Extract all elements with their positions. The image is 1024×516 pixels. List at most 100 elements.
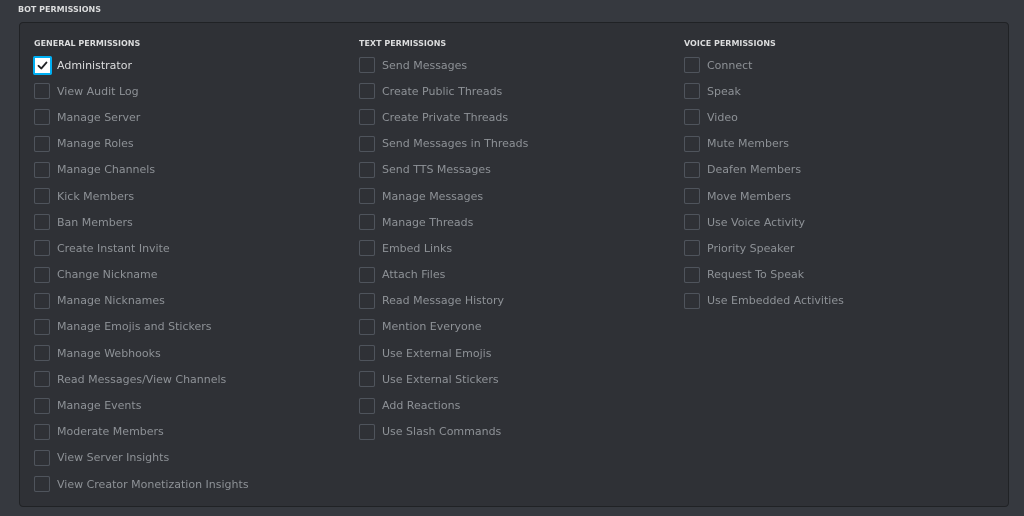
permission-manage-nicknames[interactable]: Manage Nicknames <box>34 288 249 314</box>
checkbox[interactable] <box>359 371 375 388</box>
checkbox[interactable] <box>34 135 50 152</box>
checkbox[interactable] <box>359 292 375 309</box>
permission-manage-roles[interactable]: Manage Roles <box>34 131 249 157</box>
bot-permissions-panel: GENERAL PERMISSIONS Administrator View Au… <box>19 22 1009 507</box>
permission-manage-server[interactable]: Manage Server <box>34 104 249 130</box>
checkbox[interactable] <box>359 109 375 126</box>
permission-use-external-stickers[interactable]: Use External Stickers <box>359 366 528 392</box>
permission-manage-webhooks[interactable]: Manage Webhooks <box>34 340 249 366</box>
checkbox[interactable] <box>34 214 50 231</box>
permission-label: Attach Files <box>382 268 446 282</box>
permission-mention-everyone[interactable]: Mention Everyone <box>359 314 528 340</box>
permission-priority-speaker[interactable]: Priority Speaker <box>684 235 844 261</box>
checkbox[interactable] <box>34 345 50 362</box>
permission-ban-members[interactable]: Ban Members <box>34 209 249 235</box>
permission-manage-events[interactable]: Manage Events <box>34 392 249 418</box>
permission-label: Create Public Threads <box>382 84 503 98</box>
checkbox[interactable] <box>34 371 50 388</box>
checkbox[interactable] <box>34 240 50 257</box>
general-permissions-column: GENERAL PERMISSIONS Administrator View Au… <box>33 38 249 497</box>
checkbox[interactable] <box>359 266 375 283</box>
permission-create-public-threads[interactable]: Create Public Threads <box>359 78 528 104</box>
permission-use-voice-activity[interactable]: Use Voice Activity <box>684 209 844 235</box>
permission-connect[interactable]: Connect <box>684 52 844 78</box>
permission-label: Manage Nicknames <box>57 294 165 308</box>
permission-label: Connect <box>707 58 753 72</box>
permission-send-tts-messages[interactable]: Send TTS Messages <box>359 157 528 183</box>
permission-add-reactions[interactable]: Add Reactions <box>359 392 528 418</box>
checkbox[interactable] <box>359 318 375 335</box>
permission-use-slash-commands[interactable]: Use Slash Commands <box>359 419 528 445</box>
permission-view-server-insights[interactable]: View Server Insights <box>34 445 249 471</box>
permission-read-message-history[interactable]: Read Message History <box>359 288 528 314</box>
permission-use-external-emojis[interactable]: Use External Emojis <box>359 340 528 366</box>
checkbox-checked[interactable] <box>33 55 52 75</box>
checkbox[interactable] <box>34 161 50 178</box>
permission-view-creator-monetization-insights[interactable]: View Creator Monetization Insights <box>34 471 249 497</box>
permission-deafen-members[interactable]: Deafen Members <box>684 157 844 183</box>
permission-create-private-threads[interactable]: Create Private Threads <box>359 104 528 130</box>
permission-label: Use External Stickers <box>382 372 499 386</box>
checkbox[interactable] <box>359 214 375 231</box>
checkbox[interactable] <box>359 240 375 257</box>
checkbox[interactable] <box>34 318 50 335</box>
permission-speak[interactable]: Speak <box>684 78 844 104</box>
checkbox[interactable] <box>34 188 50 205</box>
checkbox[interactable] <box>684 188 700 205</box>
permission-video[interactable]: Video <box>684 104 844 130</box>
permission-label: Speak <box>707 84 741 98</box>
permission-move-members[interactable]: Move Members <box>684 183 844 209</box>
checkbox[interactable] <box>359 188 375 205</box>
permission-view-audit-log[interactable]: View Audit Log <box>34 78 249 104</box>
checkbox[interactable] <box>359 397 375 414</box>
checkbox[interactable] <box>684 109 700 126</box>
permission-send-messages[interactable]: Send Messages <box>359 52 528 78</box>
permission-manage-emojis-and-stickers[interactable]: Manage Emojis and Stickers <box>34 314 249 340</box>
checkbox[interactable] <box>684 135 700 152</box>
permission-request-to-speak[interactable]: Request To Speak <box>684 262 844 288</box>
checkbox[interactable] <box>34 423 50 440</box>
permission-label: Manage Messages <box>382 189 484 203</box>
checkbox[interactable] <box>684 240 700 257</box>
checkbox[interactable] <box>359 423 375 440</box>
checkbox[interactable] <box>684 292 700 309</box>
checkbox[interactable] <box>359 161 375 178</box>
permission-kick-members[interactable]: Kick Members <box>34 183 249 209</box>
voice-permissions-title: VOICE PERMISSIONS <box>684 39 776 48</box>
permission-embed-links[interactable]: Embed Links <box>359 235 528 261</box>
checkmark-icon <box>37 61 48 69</box>
checkbox[interactable] <box>34 476 50 493</box>
permission-administrator[interactable]: Administrator <box>33 52 249 78</box>
permission-label: Manage Channels <box>57 163 156 177</box>
permission-send-messages-in-threads[interactable]: Send Messages in Threads <box>359 131 528 157</box>
checkbox[interactable] <box>34 266 50 283</box>
checkbox[interactable] <box>684 83 700 100</box>
permission-label: Create Private Threads <box>382 110 509 124</box>
permission-use-embedded-activities[interactable]: Use Embedded Activities <box>684 288 844 314</box>
voice-permissions-column: VOICE PERMISSIONS Connect Speak Video Mute … <box>684 38 844 314</box>
checkbox[interactable] <box>359 345 375 362</box>
permission-moderate-members[interactable]: Moderate Members <box>34 419 249 445</box>
permission-create-instant-invite[interactable]: Create Instant Invite <box>34 235 249 261</box>
checkbox[interactable] <box>34 449 50 466</box>
checkbox[interactable] <box>684 161 700 178</box>
checkbox[interactable] <box>684 57 700 74</box>
checkbox[interactable] <box>34 83 50 100</box>
checkbox[interactable] <box>359 135 375 152</box>
checkbox[interactable] <box>359 83 375 100</box>
permission-label: Manage Events <box>57 399 142 413</box>
permission-read-messages-view-channels[interactable]: Read Messages/View Channels <box>34 366 249 392</box>
checkbox[interactable] <box>34 292 50 309</box>
permission-manage-threads[interactable]: Manage Threads <box>359 209 528 235</box>
permission-manage-messages[interactable]: Manage Messages <box>359 183 528 209</box>
checkbox[interactable] <box>34 397 50 414</box>
permission-label: Use Voice Activity <box>707 215 805 229</box>
permission-mute-members[interactable]: Mute Members <box>684 131 844 157</box>
checkbox[interactable] <box>359 57 375 74</box>
checkbox[interactable] <box>684 214 700 231</box>
checkbox[interactable] <box>34 109 50 126</box>
permission-change-nickname[interactable]: Change Nickname <box>34 262 249 288</box>
checkbox[interactable] <box>684 266 700 283</box>
permission-manage-channels[interactable]: Manage Channels <box>34 157 249 183</box>
permission-attach-files[interactable]: Attach Files <box>359 262 528 288</box>
